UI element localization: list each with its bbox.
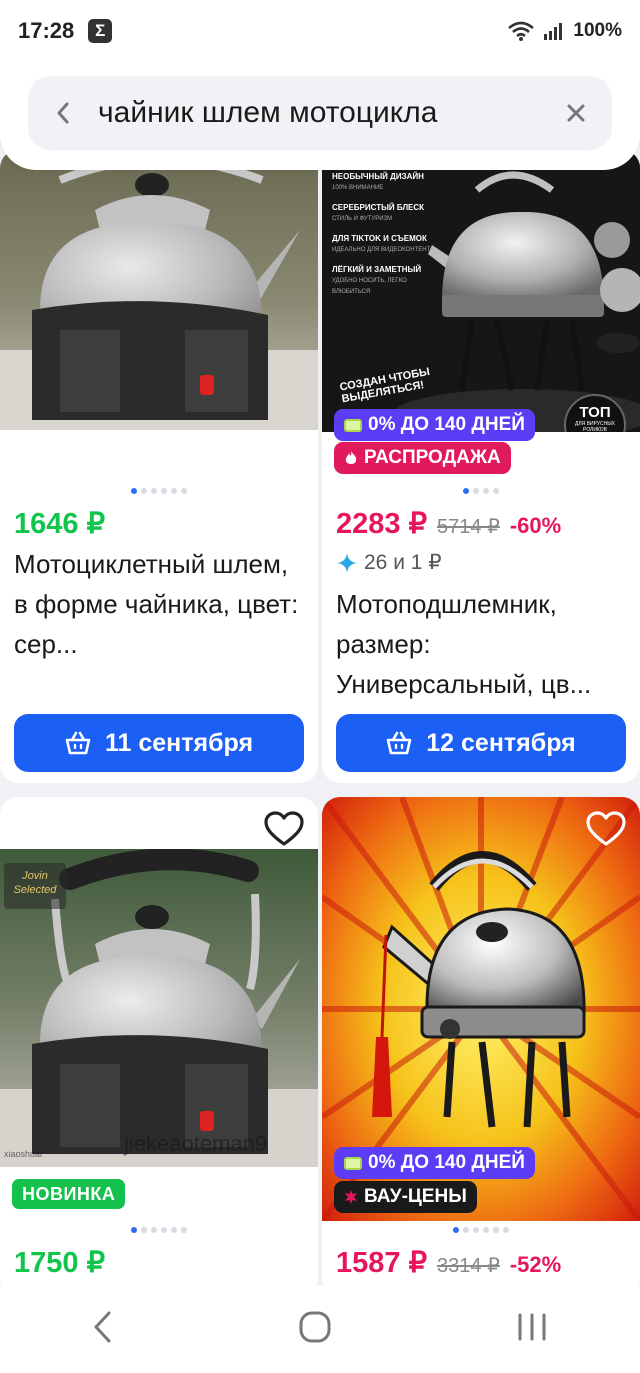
close-icon[interactable] <box>540 103 612 123</box>
product-price: 2283 ₽ <box>336 508 428 540</box>
product-card[interactable]: 0% ДО 140 ДНЕЙ ВАУ-ЦЕНЫ 1587 ₽ 3314 ₽ -5… <box>322 797 640 1297</box>
add-to-cart-button[interactable]: 12 сентября <box>336 714 626 772</box>
discount-percent: -52% <box>509 1252 562 1277</box>
add-to-cart-button[interactable]: 11 сентября <box>14 714 304 772</box>
image-pagination <box>0 488 318 494</box>
heart-icon[interactable] <box>586 811 626 852</box>
card-icon <box>344 1156 362 1170</box>
search-query-text[interactable]: чайник шлем мотоцикла <box>98 96 540 130</box>
battery-level: 100% <box>573 20 622 41</box>
product-title[interactable]: Мотоциклетный шлем, в форме чайника, цве… <box>14 544 308 664</box>
status-time: 17:28 <box>18 18 75 43</box>
nav-home-icon[interactable] <box>298 1310 332 1349</box>
wifi-icon <box>508 21 535 41</box>
image-pagination <box>0 1227 318 1233</box>
product-image[interactable]: НЕОБЫЧНЫЙ ДИЗАЙН 100% ВНИМАНИЕ СЕРЕБРИСТЫ… <box>322 150 640 432</box>
product-card[interactable]: jiekeaoteman9 xiaoshuai Jovin Selected Н… <box>0 797 318 1297</box>
product-card[interactable]: НЕОБЫЧНЫЙ ДИЗАЙН 100% ВНИМАНИЕ СЕРЕБРИСТЫ… <box>322 150 640 783</box>
product-price: 1587 ₽ <box>336 1247 428 1279</box>
search-header: чайник шлем мотоцикла <box>0 62 640 170</box>
bonus-text: 26 и 1 ₽ <box>364 551 442 574</box>
search-field[interactable]: чайник шлем мотоцикла <box>28 76 612 150</box>
price-row: 1587 ₽ 3314 ₽ -52% <box>336 1245 561 1280</box>
product-title[interactable]: Мотоподшлемник, размер: Универсальный, ц… <box>336 584 630 704</box>
brand-logo: Jovin Selected <box>4 863 66 909</box>
feature-3-sub: ИДЕАЛЬНО ДЛЯ ВИДЕОКОНТЕНТА <box>332 247 434 253</box>
basket-icon <box>65 731 91 755</box>
top-seal-title: ТОП <box>579 404 611 421</box>
old-price: 5714 ₽ <box>437 516 500 538</box>
feature-1-sub: 100% ВНИМАНИЕ <box>332 185 384 191</box>
product-image[interactable] <box>0 150 318 430</box>
nav-recents-icon[interactable] <box>515 1312 549 1347</box>
delivery-date: 12 сентября <box>426 728 576 757</box>
old-price: 3314 ₽ <box>437 1255 500 1277</box>
installment-badge: 0% ДО 140 ДНЕЙ <box>334 409 535 441</box>
feature-4-sub: УДОБНО НОСИТЬ, ЛЕГКО ВЛЮБИТЬСЯ <box>332 278 407 295</box>
product-card[interactable]: 1646 ₽ Мотоциклетный шлем, в форме чайни… <box>0 150 318 783</box>
product-price: 1750 ₽ <box>14 1247 106 1279</box>
feature-3-title: ДЛЯ TIKTOK И СЪЕМОК <box>332 234 427 243</box>
nav-back-icon[interactable] <box>91 1310 115 1349</box>
status-bar: 17:28 Σ 100% <box>0 0 640 62</box>
price-row: 1750 ₽ <box>14 1245 105 1280</box>
image-pagination <box>322 1227 640 1233</box>
wow-price-badge: ВАУ-ЦЕНЫ <box>334 1181 477 1213</box>
discount-percent: -60% <box>509 513 562 538</box>
burst-icon <box>345 1190 357 1204</box>
installment-badge: 0% ДО 140 ДНЕЙ <box>334 1147 535 1179</box>
bonus-row: 26 и 1 ₽ <box>336 550 442 575</box>
feature-list: НЕОБЫЧНЫЙ ДИЗАЙН 100% ВНИМАНИЕ СЕРЕБРИСТЫ… <box>332 172 442 297</box>
system-nav-bar <box>0 1286 640 1373</box>
top-seal-sub: ДЛЯ ВИРУСНЫХ РОЛИКОВ <box>575 421 615 432</box>
small-watermark: xiaoshuai <box>4 1149 43 1159</box>
card-icon <box>344 418 362 432</box>
sale-badge: РАСПРОДАЖА <box>334 442 511 474</box>
price-row: 2283 ₽ 5714 ₽ -60% <box>336 506 561 541</box>
price-row: 1646 ₽ <box>14 506 105 541</box>
feature-2-title: СЕРЕБРИСТЫЙ БЛЕСК <box>332 203 425 212</box>
basket-icon <box>386 731 412 755</box>
sparkle-icon <box>337 552 357 573</box>
signal-icon <box>544 23 563 40</box>
delivery-date: 11 сентября <box>104 728 254 757</box>
feature-2-sub: СТИЛЬ И ФУТУРИЗМ <box>332 216 393 222</box>
watermark-text: jiekeaoteman9 <box>124 1131 268 1156</box>
status-icons: 100% <box>507 20 622 42</box>
feature-1-title: НЕОБЫЧНЫЙ ДИЗАЙН <box>332 172 424 181</box>
app-notification-icon: Σ <box>88 19 113 43</box>
image-pagination <box>322 488 640 494</box>
heart-icon[interactable] <box>264 811 304 852</box>
new-badge: НОВИНКА <box>12 1179 126 1209</box>
chevron-left-icon[interactable] <box>28 101 98 125</box>
feature-4-title: ЛЁГКИЙ И ЗАМЕТНЫЙ <box>332 265 422 274</box>
fire-icon <box>345 451 357 464</box>
product-image[interactable]: jiekeaoteman9 xiaoshuai Jovin Selected <box>0 849 318 1167</box>
product-price: 1646 ₽ <box>14 508 106 540</box>
